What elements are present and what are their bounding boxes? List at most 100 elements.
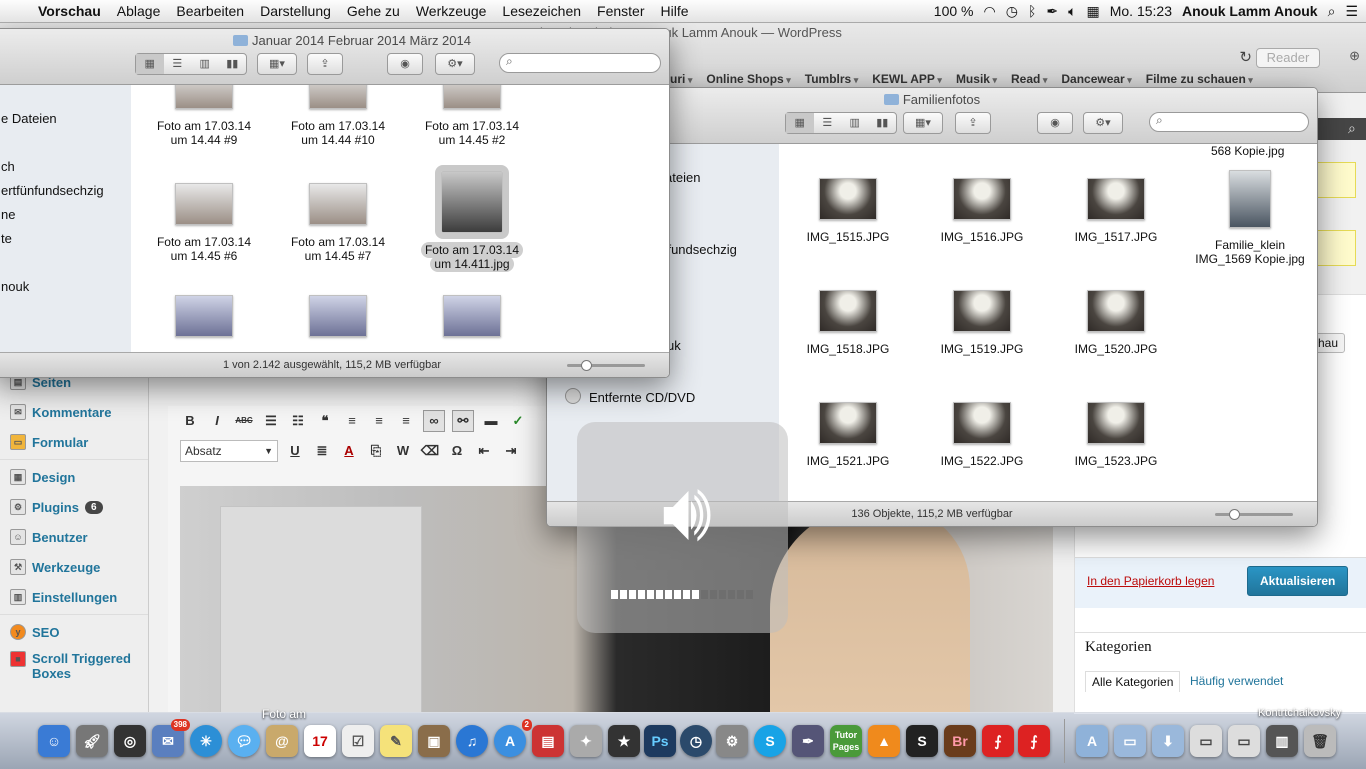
blockquote-icon[interactable]: ❝ <box>315 411 335 431</box>
finder-search-input[interactable]: ⌕ <box>499 53 661 73</box>
screenshot-stack-icon[interactable]: ▭ <box>1228 725 1260 757</box>
action-gear-icon[interactable]: ⚙▾ <box>435 53 475 75</box>
wp-menu-einstellungen[interactable]: ▥ Einstellungen <box>0 582 148 612</box>
icon-size-slider[interactable] <box>567 360 645 371</box>
sidebar-item[interactable]: ne <box>1 207 15 222</box>
notes-icon[interactable]: ✎ <box>380 725 412 757</box>
calendar-icon[interactable]: ▦ <box>1086 3 1099 20</box>
action-gear-icon[interactable]: ⚙▾ <box>1083 112 1123 134</box>
launchpad-icon[interactable]: 🚀︎ <box>76 725 108 757</box>
bookmark-kewl-app[interactable]: KEWL APP <box>872 72 942 86</box>
applications-folder-icon[interactable]: A <box>1076 725 1108 757</box>
battery-percent[interactable]: 100 % <box>934 3 974 19</box>
list-view-icon[interactable]: ☰ <box>814 113 842 133</box>
finder-icon[interactable]: ☺ <box>38 725 70 757</box>
format-select[interactable]: Absatz ▼ <box>180 440 278 462</box>
tab-all-categories[interactable]: Alle Kategorien <box>1085 671 1181 692</box>
menu-app-name[interactable]: Vorschau <box>30 3 109 19</box>
system-preferences-icon[interactable]: ⚙ <box>716 725 748 757</box>
file-item[interactable]: IMG_1519.JPG <box>917 290 1047 356</box>
link-icon[interactable]: ∞ <box>423 410 445 432</box>
file-item[interactable]: IMG_1516.JPG <box>917 178 1047 244</box>
bookmark-filme[interactable]: Filme zu schauen <box>1146 72 1253 86</box>
mission-control-icon[interactable]: ◎ <box>114 725 146 757</box>
tutor-for-pages-icon[interactable]: Tutor Pages <box>830 725 862 757</box>
sidebar-item-cd-dvd[interactable]: Entfernte CD/DVD <box>565 388 695 405</box>
music-stack-icon[interactable]: ▥ <box>1266 725 1298 757</box>
file-item-selected[interactable]: Foto am 17.03.14 um 14.411.jpg <box>407 165 537 272</box>
coverflow-view-icon[interactable]: ▮▮ <box>869 113 897 133</box>
wp-menu-scroll-boxes[interactable]: ■ Scroll Triggered Boxes <box>0 647 148 687</box>
column-view-icon[interactable]: ▥ <box>841 113 869 133</box>
file-item[interactable] <box>273 295 403 347</box>
share-icon[interactable]: ⇪ <box>307 53 343 75</box>
sidebar-item[interactable]: ertfünfundsechzig <box>1 183 104 198</box>
text-color-icon[interactable]: A <box>339 441 359 461</box>
file-item[interactable]: IMG_1520.JPG <box>1051 290 1181 356</box>
share-icon[interactable]: ⇪ <box>955 112 991 134</box>
user-name[interactable]: Anouk Lamm Anouk <box>1182 3 1318 19</box>
bookmark-read[interactable]: Read <box>1011 72 1047 86</box>
icon-view-icon[interactable]: ▦ <box>136 54 164 74</box>
menu-fenster[interactable]: Fenster <box>589 3 652 19</box>
menu-ablage[interactable]: Ablage <box>109 3 169 19</box>
trash-icon[interactable]: 🗑︎ <box>1304 725 1336 757</box>
arrange-button[interactable]: ▦▾ <box>257 53 297 75</box>
wp-menu-benutzer[interactable]: ☺ Benutzer <box>0 522 148 552</box>
menu-hilfe[interactable]: Hilfe <box>653 3 697 19</box>
clock[interactable]: Mo. 15:23 <box>1110 3 1172 19</box>
notification-center-icon[interactable]: ☰ <box>1345 3 1358 20</box>
appstore-icon[interactable]: A2 <box>494 719 532 757</box>
wp-menu-seo[interactable]: y SEO <box>0 617 148 647</box>
arrange-button[interactable]: ▦▾ <box>903 112 943 134</box>
volume-icon[interactable]: 🔈︎ <box>1068 3 1076 20</box>
menu-werkzeuge[interactable]: Werkzeuge <box>408 3 495 19</box>
file-item[interactable]: Foto am 17.03.14 um 14.45 #6 <box>139 183 269 263</box>
bookmark-tumblrs[interactable]: Tumblrs <box>805 72 858 86</box>
sequel-icon[interactable]: S <box>906 725 938 757</box>
column-view-icon[interactable]: ▥ <box>191 54 219 74</box>
quicklook-icon[interactable]: ◉ <box>387 53 423 75</box>
spotlight-icon[interactable]: ⌕ <box>1328 3 1336 20</box>
bullet-list-icon[interactable]: ☰ <box>261 411 281 431</box>
unlink-icon[interactable]: ⚯ <box>452 410 474 432</box>
bluetooth-icon[interactable]: ᛒ <box>1028 3 1036 19</box>
special-char-icon[interactable]: Ω <box>447 441 467 461</box>
menu-bearbeiten[interactable]: Bearbeiten <box>168 3 252 19</box>
finder-search-input[interactable]: ⌕ <box>1149 112 1309 132</box>
spellcheck-icon[interactable]: ✓ <box>508 411 528 431</box>
file-item[interactable]: Familie_klein IMG_1569 Kopie.jpg <box>1185 170 1315 266</box>
justify-icon[interactable]: ≣ <box>312 441 332 461</box>
itunes-icon[interactable]: ♫ <box>456 725 488 757</box>
file-item[interactable] <box>139 295 269 347</box>
paste-word-icon[interactable]: W <box>393 441 413 461</box>
reminders-icon[interactable]: ☑ <box>342 725 374 757</box>
file-item[interactable]: IMG_1522.JPG <box>917 402 1047 468</box>
sidebar-item[interactable]: nouk <box>1 279 29 294</box>
view-switcher[interactable]: ▦ ☰ ▥ ▮▮ <box>785 112 897 134</box>
downloads-folder-icon[interactable]: ⬇ <box>1152 725 1184 757</box>
documents-folder-icon[interactable]: ▭ <box>1114 725 1146 757</box>
refresh-icon[interactable]: ↻ <box>1239 48 1252 66</box>
time-machine-icon[interactable]: ◷ <box>1006 3 1018 20</box>
update-button[interactable]: Aktualisieren <box>1247 566 1349 596</box>
align-right-icon[interactable]: ≡ <box>396 411 416 431</box>
italic-icon[interactable]: I <box>207 411 227 431</box>
acrobat-reader-icon[interactable]: ⨍ <box>1018 725 1050 757</box>
admin-search-icon[interactable]: ⌕ <box>1348 120 1356 137</box>
file-item[interactable]: IMG_1521.JPG <box>783 402 913 468</box>
sidebar-item[interactable]: e Dateien <box>1 111 57 126</box>
tab-frequent-categories[interactable]: Häufig verwendet <box>1190 674 1283 688</box>
wifi-icon[interactable]: ◠ <box>984 3 996 20</box>
safari-icon[interactable]: ✳ <box>190 725 222 757</box>
time-machine-icon[interactable]: ◷ <box>680 725 712 757</box>
iphoto-icon[interactable]: ✦ <box>570 725 602 757</box>
menu-gehe-zu[interactable]: Gehe zu <box>339 3 408 19</box>
bridge-icon[interactable]: Br <box>944 725 976 757</box>
sidebar-item[interactable]: ch <box>1 159 15 174</box>
pen-icon[interactable]: ✒ <box>1046 3 1058 20</box>
messages-icon[interactable]: 💬︎ <box>228 725 260 757</box>
underline-icon[interactable]: U <box>285 441 305 461</box>
wp-menu-design[interactable]: ▦ Design <box>0 462 148 492</box>
reader-button[interactable]: Reader <box>1256 48 1320 68</box>
